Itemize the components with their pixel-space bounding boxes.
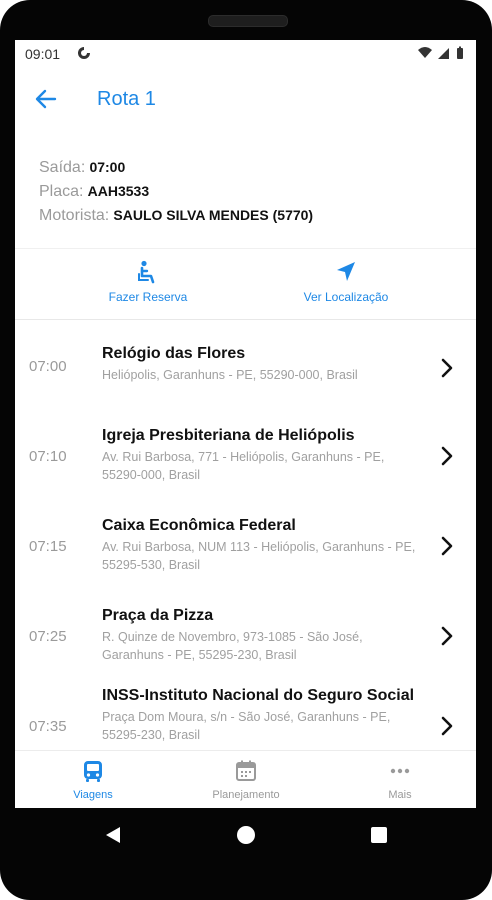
- stop-row[interactable]: 07:25 Praça da Pizza R. Quinze de Novemb…: [15, 606, 476, 696]
- navigation-arrow-icon: [337, 262, 355, 281]
- nav-label: Planejamento: [212, 789, 280, 801]
- phone-frame: 09:01 Rota 1 Saída: 07:00 Placa: AAH3533…: [0, 0, 492, 900]
- chevron-right-icon: [441, 446, 453, 466]
- recents-square-icon[interactable]: [368, 824, 390, 846]
- bus-icon: [84, 761, 102, 782]
- status-time: 09:01: [25, 46, 61, 62]
- view-location-button[interactable]: Ver Localização: [291, 260, 401, 304]
- stop-details: Praça da Pizza R. Quinze de Novembro, 97…: [102, 606, 422, 664]
- stop-address: Heliópolis, Garanhuns - PE, 55290-000, B…: [102, 368, 358, 382]
- departure-value: 07:00: [89, 159, 126, 175]
- stop-row[interactable]: 07:15 Caixa Econômica Federal Av. Rui Ba…: [15, 516, 476, 606]
- bottom-navigation: Viagens Planejamento Mais: [15, 750, 476, 808]
- status-bar: 09:01: [15, 40, 476, 68]
- back-arrow-icon[interactable]: [33, 86, 59, 112]
- plate-row: Placa: AAH3533: [39, 179, 459, 203]
- driver-label: Motorista:: [39, 207, 110, 224]
- home-circle-icon[interactable]: [235, 824, 257, 846]
- driver-row: Motorista: SAULO SILVA MENDES (5770): [39, 203, 459, 227]
- back-triangle-icon[interactable]: [102, 824, 124, 846]
- reserve-label: Fazer Reserva: [108, 290, 188, 304]
- stop-time: 07:00: [29, 358, 67, 375]
- chevron-right-icon: [441, 716, 453, 736]
- stop-name: Igreja Presbiteriana de Heliópolis: [102, 427, 355, 444]
- stop-row[interactable]: 07:35 INSS-Instituto Nacional do Seguro …: [15, 686, 476, 750]
- stop-name: Relógio das Flores: [102, 345, 246, 362]
- signal-battery-icon: [418, 46, 463, 59]
- wheelchair-seat-icon: [138, 260, 155, 284]
- page-title: Rota 1: [97, 88, 156, 110]
- stop-time: 07:25: [29, 628, 67, 645]
- stop-address: Av. Rui Barbosa, 771 - Heliópolis, Garan…: [102, 450, 385, 482]
- stop-address: Praça Dom Moura, s/n - São José, Garanhu…: [102, 710, 391, 742]
- stop-name: INSS-Instituto Nacional do Seguro Social: [102, 687, 415, 704]
- stop-name: Caixa Econômica Federal: [102, 517, 296, 534]
- nav-tab-viagens[interactable]: Viagens: [38, 759, 148, 801]
- app-screen: 09:01 Rota 1 Saída: 07:00 Placa: AAH3533…: [15, 40, 476, 808]
- departure-row: Saída: 07:00: [39, 155, 459, 179]
- nav-tab-mais[interactable]: Mais: [345, 759, 455, 801]
- reserve-button[interactable]: Fazer Reserva: [93, 260, 203, 304]
- stop-name: Praça da Pizza: [102, 607, 214, 624]
- driver-value: SAULO SILVA MENDES (5770): [113, 207, 314, 223]
- chevron-right-icon: [441, 536, 453, 556]
- app-bar: Rota 1: [15, 68, 476, 132]
- stop-row[interactable]: 07:10 Igreja Presbiteriana de Heliópolis…: [15, 426, 476, 516]
- action-bar: Fazer Reserva Ver Localização: [15, 252, 476, 320]
- nav-tab-planejamento[interactable]: Planejamento: [191, 759, 301, 801]
- stop-details: Relógio das Flores Heliópolis, Garanhuns…: [102, 344, 422, 384]
- calendar-icon: [236, 760, 256, 781]
- plate-label: Placa:: [39, 183, 84, 200]
- divider: [15, 248, 476, 249]
- stop-time: 07:15: [29, 538, 67, 555]
- departure-label: Saída:: [39, 159, 86, 176]
- phone-speaker: [208, 15, 288, 27]
- stop-address: R. Quinze de Novembro, 973-1085 - São Jo…: [102, 630, 363, 662]
- chevron-right-icon: [441, 358, 453, 378]
- stop-time: 07:10: [29, 448, 67, 465]
- stop-details: INSS-Instituto Nacional do Seguro Social…: [102, 686, 422, 744]
- stop-time: 07:35: [29, 718, 67, 735]
- stop-details: Caixa Econômica Federal Av. Rui Barbosa,…: [102, 516, 422, 574]
- divider: [15, 319, 476, 320]
- system-navigation-bar: [0, 808, 492, 860]
- stop-details: Igreja Presbiteriana de Heliópolis Av. R…: [102, 426, 422, 484]
- nav-label: Viagens: [73, 789, 113, 801]
- nav-label: Mais: [388, 789, 412, 801]
- stop-row[interactable]: 07:00 Relógio das Flores Heliópolis, Gar…: [15, 344, 476, 434]
- chevron-right-icon: [441, 626, 453, 646]
- more-dots-icon: [390, 768, 410, 774]
- plate-value: AAH3533: [87, 183, 150, 199]
- view-location-label: Ver Localização: [303, 290, 389, 304]
- stop-address: Av. Rui Barbosa, NUM 113 - Heliópolis, G…: [102, 540, 416, 572]
- route-info: Saída: 07:00 Placa: AAH3533 Motorista: S…: [39, 155, 459, 227]
- stops-list: 07:00 Relógio das Flores Heliópolis, Gar…: [15, 322, 476, 750]
- sync-status-icon: [78, 46, 91, 59]
